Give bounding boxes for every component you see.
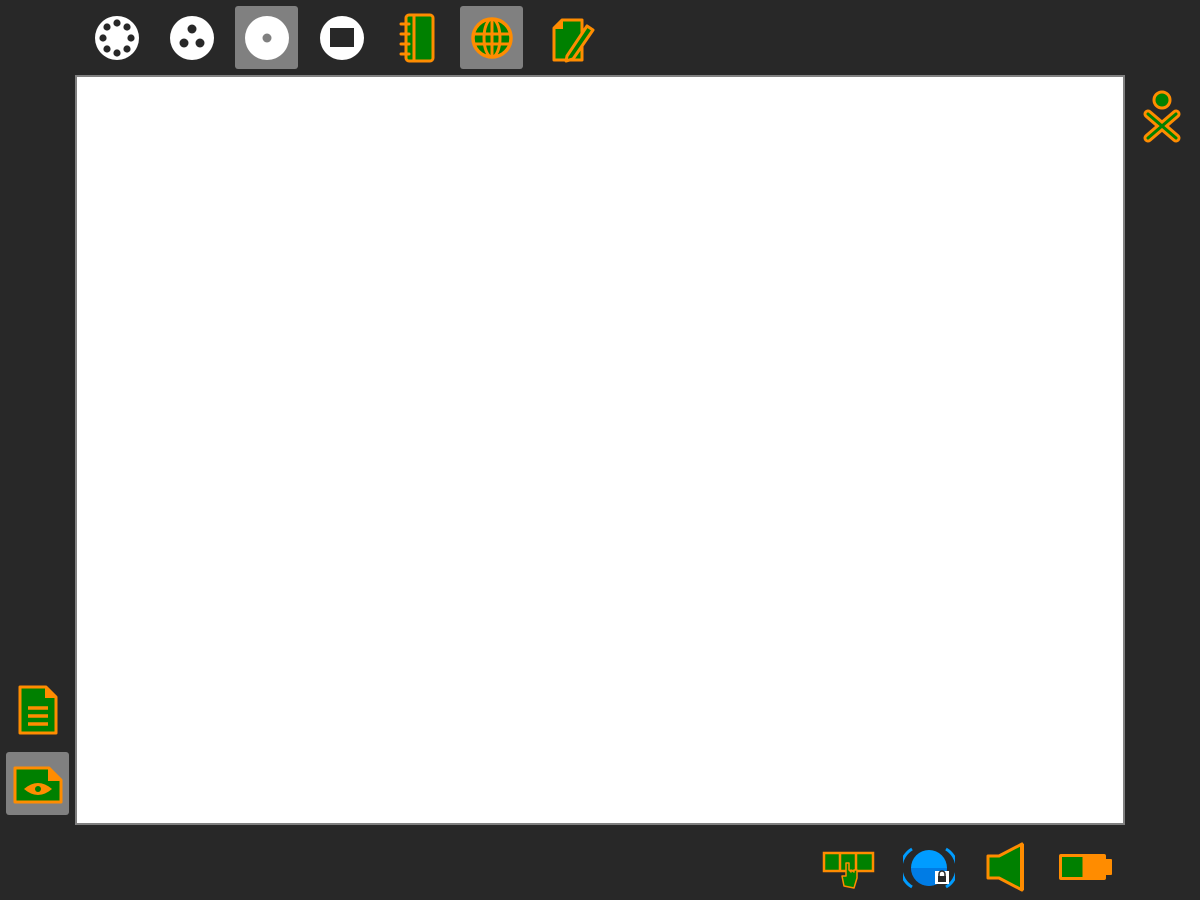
home-view-button[interactable] [235, 6, 298, 69]
volume-device-button[interactable] [983, 841, 1029, 897]
journal-icon [399, 13, 434, 62]
network-icon [899, 847, 959, 889]
browse-icon [470, 16, 513, 59]
write-icon [552, 18, 594, 62]
group-icon [169, 15, 214, 60]
speaker-icon [986, 842, 1024, 892]
xo-buddy-icon [1143, 90, 1181, 143]
xo-buddy-button[interactable] [1138, 88, 1186, 150]
network-device-button[interactable] [899, 845, 959, 895]
touchpad-device-button[interactable] [820, 848, 876, 896]
document-entry-button[interactable] [6, 678, 69, 741]
write-activity-button[interactable] [539, 6, 602, 69]
view-source-icon [13, 766, 62, 803]
neighborhood-view-button[interactable] [85, 6, 148, 69]
battery-icon [1059, 854, 1112, 880]
activity-icon [319, 15, 364, 60]
activity-canvas[interactable] [75, 75, 1125, 825]
home-icon [244, 15, 289, 60]
document-icon [18, 685, 57, 734]
battery-level-fill [1062, 857, 1083, 877]
group-view-button[interactable] [160, 6, 223, 69]
activity-view-button[interactable] [310, 6, 373, 69]
touchpad-icon [822, 851, 875, 889]
browse-activity-button[interactable] [460, 6, 523, 69]
view-source-entry-button[interactable] [6, 752, 69, 815]
battery-device-button[interactable] [1054, 847, 1114, 891]
journal-button[interactable] [385, 6, 448, 69]
neighborhood-icon [94, 15, 139, 60]
